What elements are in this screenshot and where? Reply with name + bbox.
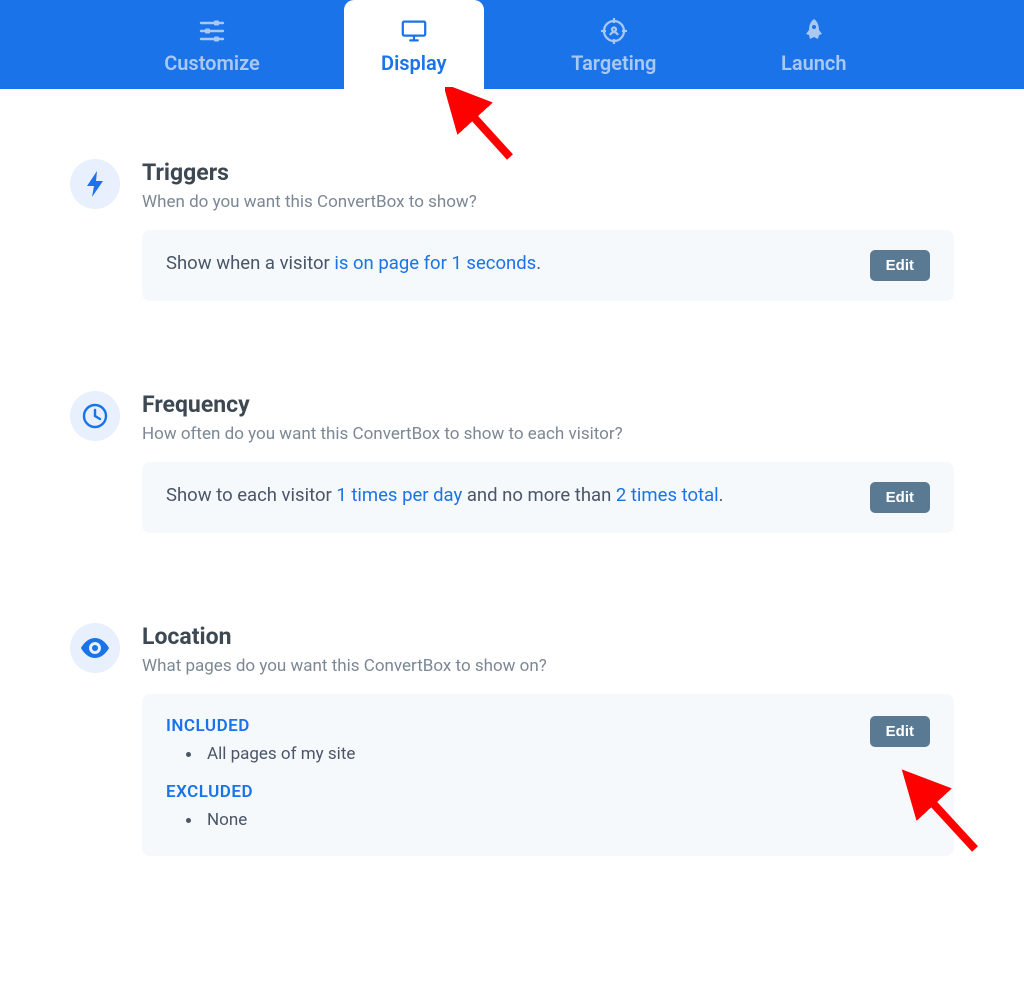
sliders-icon <box>198 17 226 45</box>
text-suffix: . <box>536 252 541 274</box>
monitor-icon <box>400 17 428 45</box>
triggers-card: Show when a visitor is on page for 1 sec… <box>142 230 954 301</box>
edit-location-button[interactable]: Edit <box>870 716 930 747</box>
location-included-item: All pages of my site <box>207 744 355 764</box>
tab-targeting[interactable]: Targeting <box>544 0 684 89</box>
location-excluded-item: None <box>207 810 247 830</box>
edit-triggers-button[interactable]: Edit <box>870 250 930 281</box>
tab-label: Customize <box>164 51 260 75</box>
location-excluded-label: EXCLUDED <box>166 782 854 802</box>
top-tabs: Customize Display Targeting <box>0 0 1024 89</box>
tab-label: Display <box>381 51 446 75</box>
location-card: INCLUDED All pages of my site EXCLUDED N… <box>142 694 954 856</box>
triggers-subtitle: When do you want this ConvertBox to show… <box>142 192 954 212</box>
list-item: None <box>166 810 854 830</box>
frequency-title: Frequency <box>142 391 954 418</box>
content: Triggers When do you want this ConvertBo… <box>0 89 1024 986</box>
bolt-icon <box>70 159 120 209</box>
tab-customize[interactable]: Customize <box>140 0 284 89</box>
frequency-card: Show to each visitor 1 times per day and… <box>142 462 954 533</box>
rocket-icon <box>800 17 828 45</box>
frequency-subtitle: How often do you want this ConvertBox to… <box>142 424 954 444</box>
triggers-rule: Show when a visitor is on page for 1 sec… <box>166 250 854 277</box>
text-mid: and no more than <box>462 484 616 506</box>
frequency-rule: Show to each visitor 1 times per day and… <box>166 482 854 509</box>
location-title: Location <box>142 623 954 650</box>
triggers-title: Triggers <box>142 159 954 186</box>
text-prefix: Show when a visitor <box>166 252 334 274</box>
eye-icon <box>70 623 120 673</box>
tab-display[interactable]: Display <box>344 0 484 89</box>
list-item: All pages of my site <box>166 744 854 764</box>
bullet-icon <box>186 818 191 823</box>
section-location: Location What pages do you want this Con… <box>70 623 954 856</box>
clock-icon <box>70 391 120 441</box>
frequency-rule-link-perday[interactable]: 1 times per day <box>336 484 462 506</box>
text-suffix: . <box>719 484 724 506</box>
edit-frequency-button[interactable]: Edit <box>870 482 930 513</box>
section-frequency: Frequency How often do you want this Con… <box>70 391 954 533</box>
location-subtitle: What pages do you want this ConvertBox t… <box>142 656 954 676</box>
tab-label: Targeting <box>571 51 656 75</box>
tab-launch[interactable]: Launch <box>744 0 884 89</box>
tab-label: Launch <box>781 51 846 75</box>
target-icon <box>600 17 628 45</box>
section-triggers: Triggers When do you want this ConvertBo… <box>70 159 954 301</box>
location-included-label: INCLUDED <box>166 716 854 736</box>
triggers-rule-link[interactable]: is on page for 1 seconds <box>334 252 536 274</box>
annotation-arrow-display <box>445 87 525 167</box>
text-prefix: Show to each visitor <box>166 484 336 506</box>
bullet-icon <box>186 752 191 757</box>
frequency-rule-link-total[interactable]: 2 times total <box>616 484 719 506</box>
